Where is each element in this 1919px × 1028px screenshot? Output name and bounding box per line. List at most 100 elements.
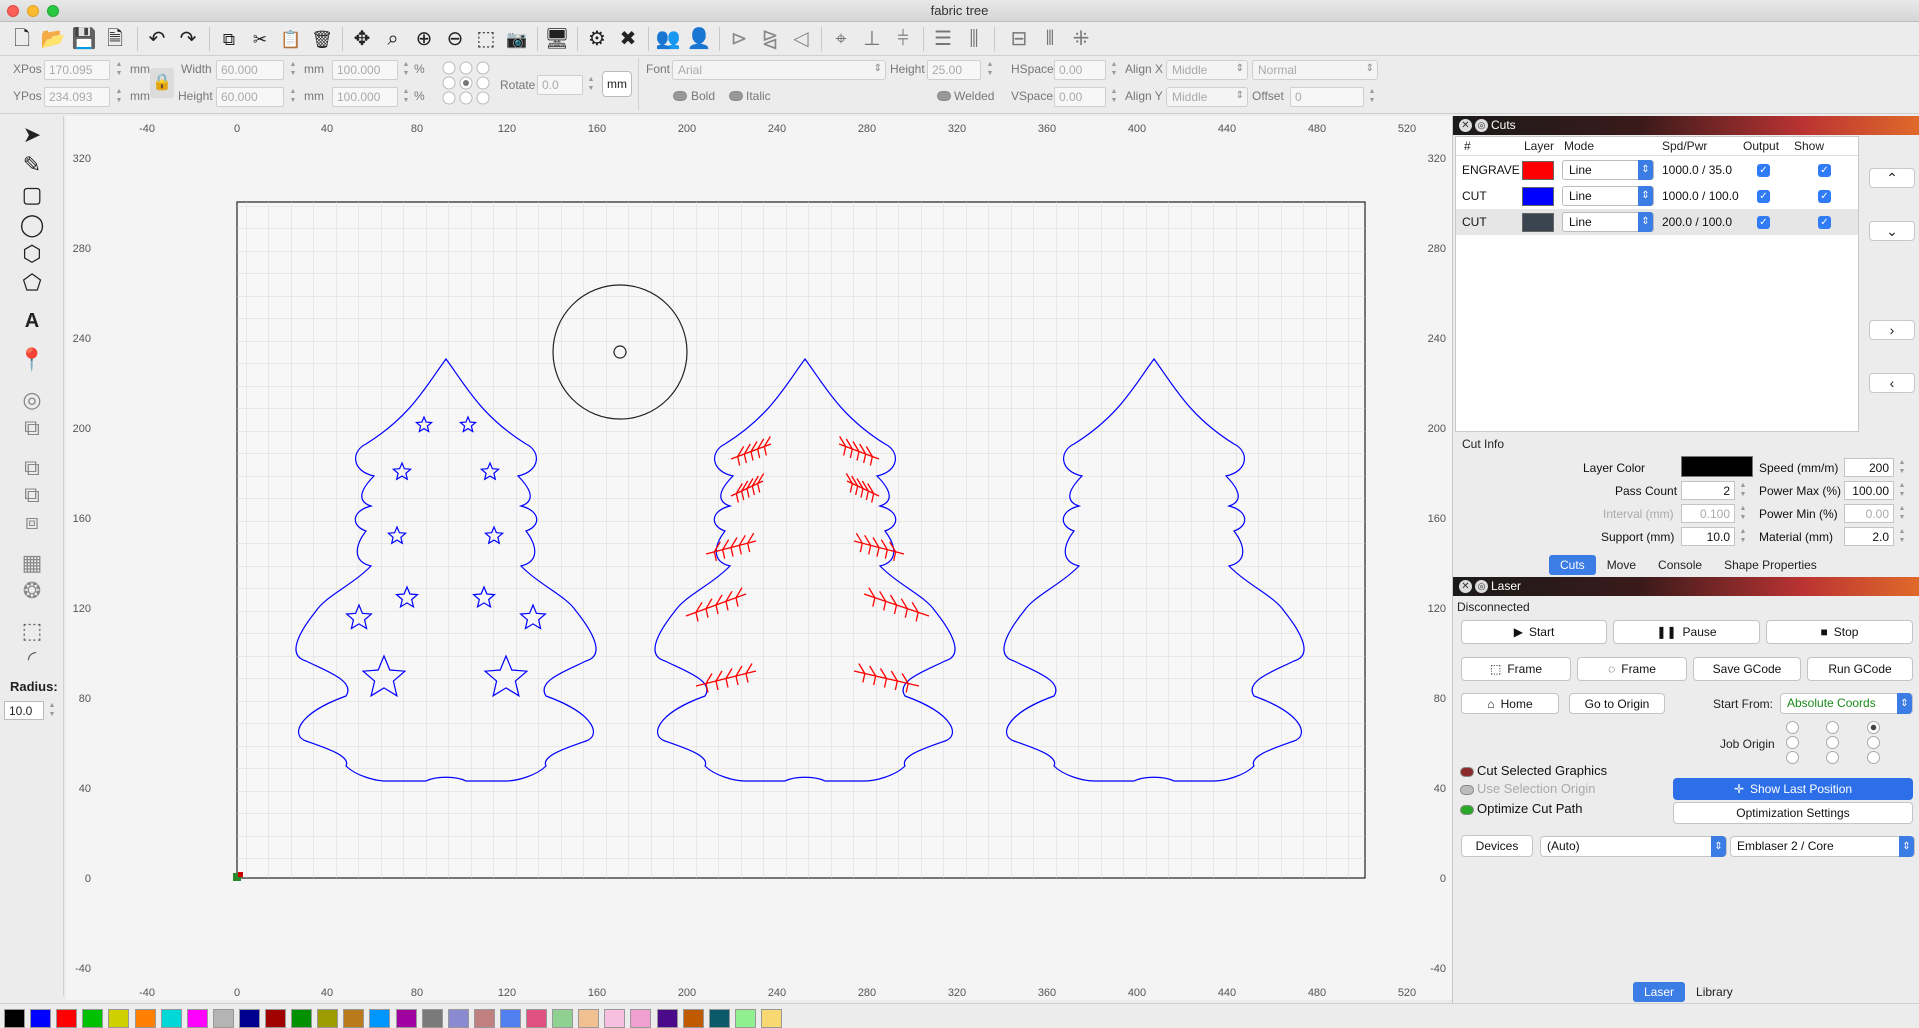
tools-icon[interactable]: ✖ (614, 25, 642, 53)
group-icon[interactable]: 👥 (654, 25, 682, 53)
home-button[interactable]: ⌂ Home (1461, 693, 1559, 714)
material-stepper-icon[interactable]: ▲ ▼ (1897, 527, 1907, 547)
color-swatch[interactable] (291, 1009, 313, 1028)
settings-icon[interactable]: ⚙ (583, 25, 611, 53)
circular-array-icon[interactable]: ❂ (16, 578, 48, 604)
font-height-stepper-icon[interactable]: ▲ ▼ (985, 60, 995, 80)
run-gcode-button[interactable]: Run GCode (1807, 657, 1913, 681)
monitor-icon[interactable]: 🖥 (543, 25, 571, 53)
radius-stepper-icon[interactable]: ▲ ▼ (47, 701, 57, 721)
cut-selected-toggle-icon[interactable] (1460, 767, 1474, 777)
power-max-input[interactable]: 100.00 (1844, 481, 1894, 500)
color-swatch[interactable] (421, 1009, 443, 1028)
polygon-icon[interactable]: ⬡ (16, 241, 48, 267)
tab-console[interactable]: Console (1647, 555, 1713, 575)
show-checkbox[interactable]: ✓ (1818, 190, 1831, 203)
interval-input[interactable]: 0.100 (1681, 504, 1735, 523)
offset-stepper-icon[interactable]: ▲ ▼ (1367, 87, 1377, 107)
origin-radio-bc[interactable] (1826, 751, 1839, 764)
color-swatch[interactable] (734, 1009, 756, 1028)
rectangle-icon[interactable]: ▢ (16, 182, 48, 208)
pmax-stepper-icon[interactable]: ▲ ▼ (1897, 481, 1907, 501)
color-swatch[interactable] (656, 1009, 678, 1028)
support-stepper-icon[interactable]: ▲ ▼ (1738, 527, 1748, 547)
origin-radio-mc[interactable] (1826, 736, 1839, 749)
height-input[interactable]: 60.000 (216, 87, 284, 107)
text-icon[interactable]: A (16, 308, 48, 334)
move-icon[interactable]: ✥ (348, 25, 376, 53)
pmin-stepper-icon[interactable]: ▲ ▼ (1897, 504, 1907, 524)
color-swatch[interactable] (265, 1009, 286, 1028)
show-checkbox[interactable]: ✓ (1818, 216, 1831, 229)
layer-swatch[interactable] (1522, 161, 1554, 180)
frame-rect-button[interactable]: ⬚ Frame (1461, 657, 1571, 681)
tab-laser[interactable]: Laser (1633, 982, 1686, 1002)
color-swatch[interactable] (186, 1009, 208, 1028)
color-swatch[interactable] (552, 1009, 574, 1028)
grid-array-icon[interactable]: ▦ (16, 550, 48, 576)
align-left-icon[interactable]: ⊥ (858, 25, 886, 53)
tab-shape-properties[interactable]: Shape Properties (1713, 555, 1828, 575)
pencil-icon[interactable]: ✎ (16, 152, 48, 178)
pointer-icon[interactable]: ➤ (16, 122, 48, 148)
machine-select[interactable]: Emblaser 2 / Core (1730, 836, 1915, 857)
use-selection-origin-toggle-icon[interactable] (1460, 785, 1474, 795)
aligny-select[interactable]: Middle (1166, 87, 1248, 107)
move-layer-down-button[interactable]: ⌄ (1869, 221, 1915, 241)
mirror-icon[interactable]: ⧎ (756, 25, 784, 53)
hspace-stepper-icon[interactable]: ▲ ▼ (1109, 60, 1119, 80)
interval-stepper-icon[interactable]: ▲ ▼ (1738, 504, 1748, 524)
color-swatch[interactable] (630, 1009, 652, 1028)
float-panel-icon[interactable]: ◎ (1475, 119, 1488, 132)
move-layer-up-button[interactable]: ⌃ (1869, 168, 1915, 188)
close-panel-icon[interactable]: ✕ (1459, 580, 1472, 593)
workspace-svg[interactable]: -40 0 40 80 120 160 200 240 280 320 360 400 440 480 52… (66, 116, 1452, 1000)
color-swatch[interactable] (343, 1009, 365, 1028)
scale-width-input[interactable]: 100.000 (332, 60, 398, 80)
align-center-icon[interactable]: ⫩ (889, 25, 917, 53)
devices-button[interactable]: Devices (1461, 835, 1533, 857)
node-edit-icon[interactable]: ⬚ (16, 618, 48, 644)
user-icon[interactable]: 👤 (685, 25, 713, 53)
save-as-icon[interactable]: 🗎 (101, 25, 129, 53)
scale-height-input[interactable]: 100.000 (332, 87, 398, 107)
color-swatch[interactable] (473, 1009, 495, 1028)
ellipse-icon[interactable]: ◯ (16, 212, 48, 238)
origin-radio-tr[interactable] (1867, 721, 1880, 734)
show-checkbox[interactable]: ✓ (1818, 164, 1831, 177)
tab-cuts[interactable]: Cuts (1549, 555, 1596, 575)
origin-radio-tl[interactable] (1786, 721, 1799, 734)
start-from-select[interactable]: Absolute Coords (1780, 693, 1913, 714)
radius-input[interactable]: 10.0 (4, 701, 44, 720)
output-checkbox[interactable]: ✓ (1757, 216, 1770, 229)
pass-stepper-icon[interactable]: ▲ ▼ (1738, 481, 1748, 501)
go-to-origin-button[interactable]: Go to Origin (1569, 693, 1665, 714)
start-button[interactable]: ▶ Start (1461, 620, 1607, 644)
select-frame-icon[interactable]: ⬚ (472, 25, 500, 53)
color-swatch[interactable] (30, 1009, 52, 1028)
speed-stepper-icon[interactable]: ▲ ▼ (1897, 458, 1907, 478)
tab-move[interactable]: Move (1596, 555, 1647, 575)
mode-select[interactable]: Line (1562, 186, 1654, 206)
pentagon-icon[interactable]: ⬠ (16, 270, 48, 296)
vspace-input[interactable]: 0.00 (1054, 87, 1106, 107)
weld-icon[interactable]: ⧉ (16, 455, 48, 481)
output-checkbox[interactable]: ✓ (1757, 164, 1770, 177)
origin-radio-br[interactable] (1867, 751, 1880, 764)
color-swatch[interactable] (82, 1009, 104, 1028)
scale-w-stepper-icon[interactable]: ▲ ▼ (401, 60, 411, 80)
copy-icon[interactable]: ⧉ (215, 25, 243, 53)
redo-icon[interactable]: ↷ (174, 25, 202, 53)
arrange-icon[interactable]: ◁ (787, 25, 815, 53)
font-select[interactable]: Arial (672, 60, 886, 80)
snap-icon[interactable]: ⁜ (1067, 25, 1095, 53)
pause-button[interactable]: ❚❚ Pause (1613, 620, 1760, 644)
close-panel-icon[interactable]: ✕ (1459, 119, 1472, 132)
vspace-stepper-icon[interactable]: ▲ ▼ (1109, 87, 1119, 107)
width-input[interactable]: 60.000 (216, 60, 284, 80)
frame-round-button[interactable]: ◌ Frame (1577, 657, 1687, 681)
cut-icon[interactable]: ✂ (246, 25, 274, 53)
units-toggle-button[interactable]: mm (602, 71, 632, 97)
color-swatch[interactable] (238, 1009, 260, 1028)
color-swatch[interactable] (578, 1009, 600, 1028)
